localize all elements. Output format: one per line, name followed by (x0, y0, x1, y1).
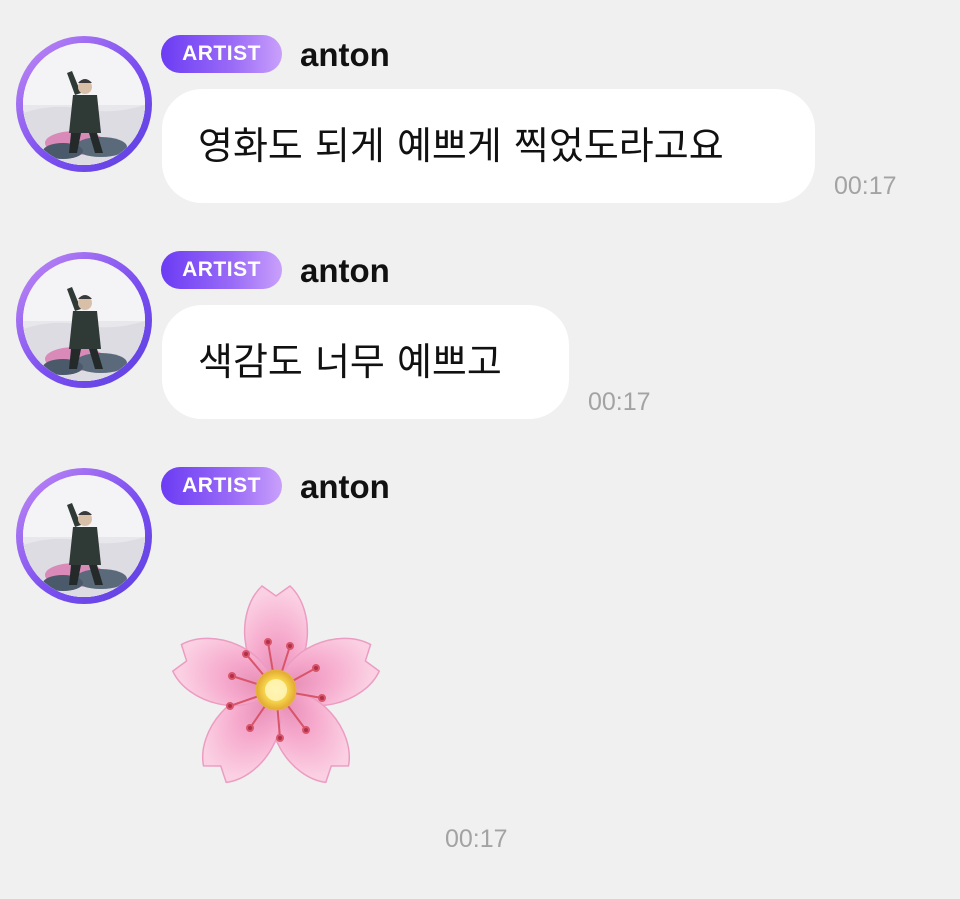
profile-photo (23, 475, 145, 597)
sender-name: anton (300, 468, 390, 505)
cherry-blossom-icon[interactable] (158, 578, 398, 798)
message-3: ARTIST anton 00:17 (0, 0, 960, 899)
avatar[interactable] (16, 468, 152, 604)
artist-badge: ARTIST (161, 467, 282, 505)
message-timestamp: 00:17 (445, 825, 508, 853)
